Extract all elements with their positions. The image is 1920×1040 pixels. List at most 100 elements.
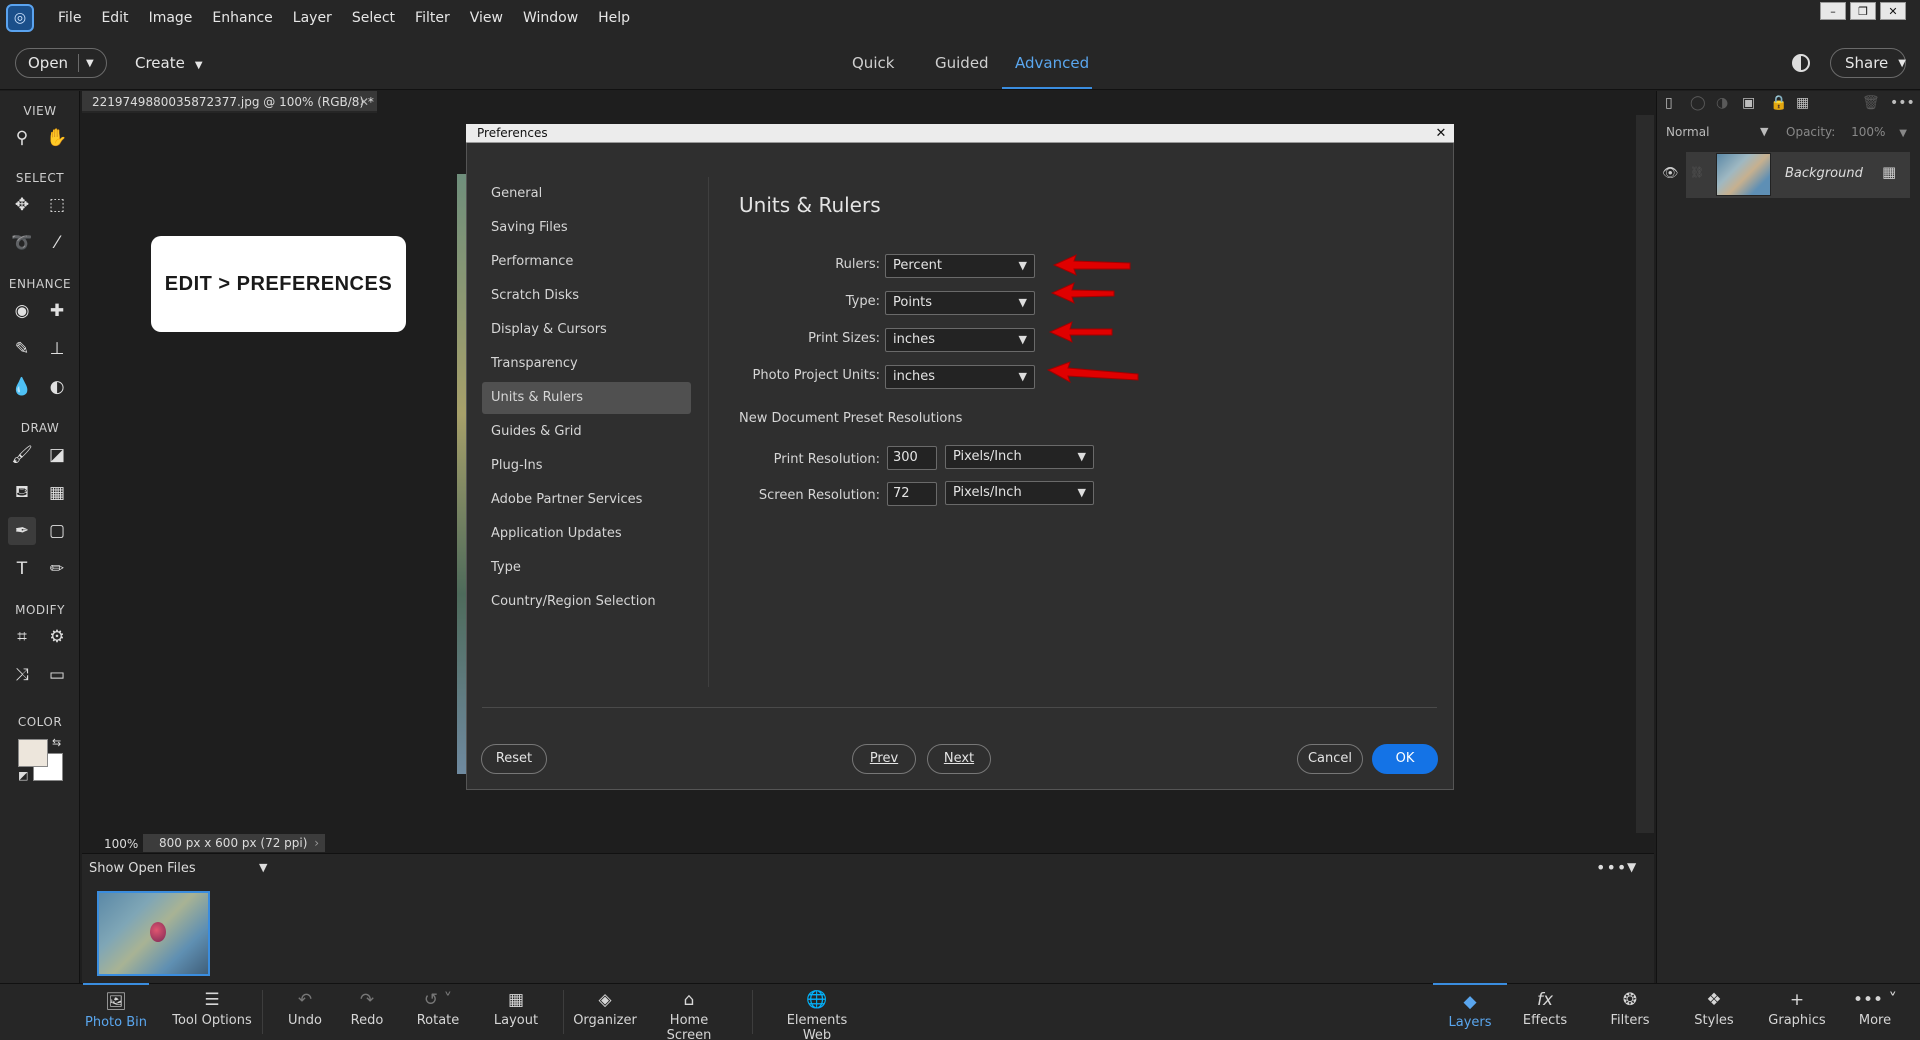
document-tab[interactable]: 2219749880035872377.jpg @ 100% (RGB/8) *… — [82, 91, 377, 113]
nav-scratch-disks[interactable]: Scratch Disks — [482, 280, 691, 312]
lock-transparency-icon[interactable]: ▦ — [1796, 95, 1809, 111]
nav-type[interactable]: Type — [482, 552, 691, 584]
prev-button[interactable]: Prev — [852, 744, 916, 774]
tab-advanced[interactable]: Advanced — [1015, 54, 1089, 72]
restore-icon[interactable]: ❐ — [1850, 2, 1876, 20]
nav-application-updates[interactable]: Application Updates — [482, 518, 691, 550]
nav-display-cursors[interactable]: Display & Cursors — [482, 314, 691, 346]
photo-bin-button[interactable]: 🖼 Photo Bin — [83, 983, 149, 1040]
nav-saving-files[interactable]: Saving Files — [482, 212, 691, 244]
new-group-icon[interactable]: ◯ — [1690, 95, 1706, 111]
print-resolution-unit-select[interactable]: Pixels/Inch ▼ — [945, 445, 1094, 469]
print-resolution-input[interactable]: 300 — [887, 446, 937, 470]
close-window-icon[interactable]: ✕ — [1880, 2, 1906, 20]
link-icon[interactable]: ⛓ — [1690, 166, 1704, 179]
ok-button[interactable]: OK — [1372, 744, 1438, 774]
type-tool-icon[interactable]: T — [8, 555, 36, 583]
create-button[interactable]: Create ▼ — [135, 54, 203, 72]
more-options-icon[interactable]: ••• — [1596, 858, 1627, 877]
menu-window[interactable]: Window — [513, 10, 588, 26]
content-aware-move-icon[interactable]: ⤨ — [8, 661, 36, 689]
theme-toggle-icon[interactable] — [1792, 54, 1810, 72]
default-colors-icon[interactable]: ◩ — [18, 769, 28, 782]
foreground-color-swatch[interactable] — [18, 739, 48, 767]
blend-mode-select[interactable]: Normal ▼ — [1666, 125, 1768, 139]
layout-button[interactable]: ▦ Layout — [488, 983, 544, 1040]
chevron-down-icon[interactable]: ▼ — [79, 58, 94, 69]
rotate-button[interactable]: ↺ ˅ Rotate — [410, 983, 466, 1040]
visibility-eye-icon[interactable]: 👁 — [1662, 166, 1679, 181]
document-size-info[interactable]: 800 px x 600 px (72 ppi) › — [143, 834, 325, 852]
menu-select[interactable]: Select — [342, 10, 405, 26]
lasso-tool-icon[interactable]: ➰ — [8, 229, 36, 257]
eraser-tool-icon[interactable]: ◪ — [43, 441, 71, 469]
close-icon[interactable]: ✕ — [359, 91, 369, 113]
menu-view[interactable]: View — [460, 10, 513, 26]
new-layer-icon[interactable]: ▯ — [1665, 95, 1673, 111]
menu-enhance[interactable]: Enhance — [202, 10, 282, 26]
magic-wand-icon[interactable]: ⁄ — [43, 229, 71, 257]
menu-edit[interactable]: Edit — [91, 10, 138, 26]
photo-project-units-select[interactable]: inches ▼ — [885, 365, 1035, 389]
minimize-icon[interactable]: – — [1820, 2, 1846, 20]
vertical-scrollbar[interactable] — [1636, 115, 1654, 833]
nav-units-rulers[interactable]: Units & Rulers — [482, 382, 691, 414]
smart-brush-icon[interactable]: ✎ — [8, 335, 36, 363]
sponge-tool-icon[interactable]: ◐ — [43, 373, 71, 401]
blur-tool-icon[interactable]: 💧 — [8, 373, 36, 401]
elements-web-button[interactable]: 🌐 Elements Web — [772, 983, 862, 1040]
tab-quick[interactable]: Quick — [852, 54, 894, 72]
menu-help[interactable]: Help — [588, 10, 640, 26]
cancel-button[interactable]: Cancel — [1297, 744, 1363, 774]
collapse-icon[interactable]: ▼ — [1627, 860, 1636, 874]
recompose-tool-icon[interactable]: ⚙ — [43, 623, 71, 651]
menu-image[interactable]: Image — [139, 10, 203, 26]
nav-general[interactable]: General — [482, 178, 691, 210]
opacity-control[interactable]: Opacity: 100% ▼ — [1786, 125, 1907, 139]
graphics-button[interactable]: + Graphics — [1762, 983, 1832, 1040]
organizer-button[interactable]: ◈ Organizer — [572, 983, 638, 1040]
eyedropper-tool-icon[interactable]: ✒ — [8, 517, 36, 545]
nav-transparency[interactable]: Transparency — [482, 348, 691, 380]
panel-menu-icon[interactable]: ••• — [1890, 95, 1915, 111]
effects-button[interactable]: fx Effects — [1516, 983, 1574, 1040]
layer-mask-icon[interactable]: ▣ — [1742, 95, 1755, 111]
screen-resolution-unit-select[interactable]: Pixels/Inch ▼ — [945, 481, 1094, 505]
menu-filter[interactable]: Filter — [405, 10, 460, 26]
close-icon[interactable]: ✕ — [1432, 125, 1450, 142]
pencil-tool-icon[interactable]: ✏ — [43, 555, 71, 583]
photo-bin-dropdown[interactable]: Show Open Files ▼ — [89, 861, 267, 876]
menu-layer[interactable]: Layer — [283, 10, 342, 26]
nav-plug-ins[interactable]: Plug-Ins — [482, 450, 691, 482]
redo-button[interactable]: ↷ Redo — [342, 983, 392, 1040]
crop-tool-icon[interactable]: ⌗ — [8, 623, 36, 651]
layer-lock-icon[interactable]: ▦ — [1882, 163, 1896, 181]
shape-tool-icon[interactable]: ▢ — [43, 517, 71, 545]
zoom-tool-icon[interactable]: ⚲ — [8, 124, 36, 152]
clone-stamp-icon[interactable]: ⊥ — [43, 335, 71, 363]
share-button[interactable]: Share ▼ — [1830, 48, 1906, 78]
nav-performance[interactable]: Performance — [482, 246, 691, 278]
tool-options-button[interactable]: ☰ Tool Options — [172, 983, 252, 1040]
tab-guided[interactable]: Guided — [935, 54, 989, 72]
adjustment-layer-icon[interactable]: ◑ — [1716, 95, 1728, 111]
next-button[interactable]: Next — [927, 744, 991, 774]
open-button[interactable]: Open ▼ — [15, 48, 107, 78]
gradient-tool-icon[interactable]: ▦ — [43, 479, 71, 507]
lock-all-icon[interactable]: 🔒 — [1770, 95, 1787, 111]
delete-layer-icon[interactable]: 🗑 — [1862, 95, 1880, 111]
red-eye-tool-icon[interactable]: ◉ — [8, 297, 36, 325]
brush-tool-icon[interactable]: 🖌 — [8, 441, 36, 469]
home-screen-button[interactable]: ⌂ Home Screen — [648, 983, 730, 1040]
swap-colors-icon[interactable]: ⇆ — [52, 736, 61, 749]
undo-button[interactable]: ↶ Undo — [280, 983, 330, 1040]
styles-button[interactable]: ❖ Styles — [1686, 983, 1742, 1040]
paint-bucket-icon[interactable]: ⛾ — [8, 479, 36, 507]
screen-resolution-input[interactable]: 72 — [887, 482, 937, 506]
nav-guides-grid[interactable]: Guides & Grid — [482, 416, 691, 448]
more-button[interactable]: ••• ˅ More — [1850, 983, 1900, 1040]
straighten-tool-icon[interactable]: ▭ — [43, 661, 71, 689]
move-tool-icon[interactable]: ✥ — [8, 191, 36, 219]
marquee-tool-icon[interactable]: ⬚ — [43, 191, 71, 219]
filters-button[interactable]: ❂ Filters — [1600, 983, 1660, 1040]
